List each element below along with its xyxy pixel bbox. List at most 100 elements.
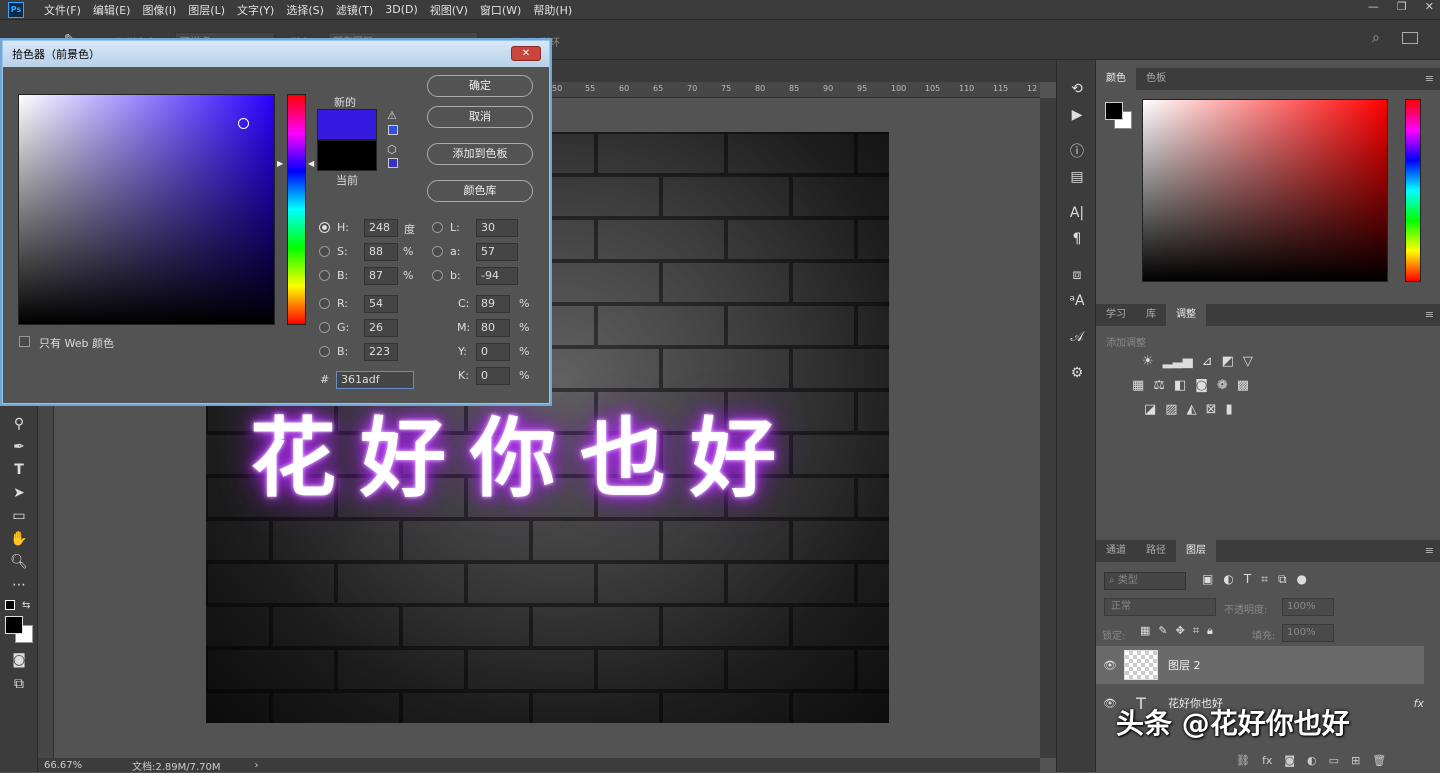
status-arrow-icon[interactable]: › <box>255 760 259 771</box>
default-colors-icon[interactable] <box>5 600 15 610</box>
l-field[interactable]: 30 <box>476 219 518 237</box>
menu-window[interactable]: 窗口(W) <box>474 2 527 18</box>
gamut-color-swatch[interactable] <box>388 125 398 135</box>
zoom-tool-icon[interactable]: 🔍︎ <box>0 550 38 573</box>
delete-layer-icon[interactable]: 🗑︎ <box>1372 754 1386 767</box>
filter-pixel-icon[interactable]: ▣ <box>1202 572 1213 587</box>
menu-help[interactable]: 帮助(H) <box>527 2 578 18</box>
opacity-field[interactable]: 100% <box>1282 598 1334 616</box>
menu-filter[interactable]: 滤镜(T) <box>330 2 379 18</box>
a-radio[interactable] <box>432 246 443 257</box>
brightness-icon[interactable]: ☀ <box>1142 354 1154 369</box>
current-color-swatch[interactable] <box>317 140 377 171</box>
c-field[interactable]: 89 <box>476 295 510 313</box>
web-safe-cube-icon[interactable]: ⬡ <box>387 143 397 156</box>
restore-icon[interactable]: ❐ <box>1397 0 1407 13</box>
menu-3d[interactable]: 3D(D) <box>379 3 424 16</box>
exposure-icon[interactable]: ◩ <box>1222 354 1234 369</box>
selective-color-icon[interactable]: ⊠ <box>1206 402 1217 417</box>
close-icon[interactable]: ✕ <box>511 46 541 61</box>
new-adjustment-icon[interactable]: ◐ <box>1307 754 1317 767</box>
layer-row[interactable]: 👁︎ 图层 2 <box>1096 646 1424 684</box>
blend-mode-select[interactable]: 正常 <box>1104 598 1216 616</box>
blue-radio[interactable] <box>319 346 330 357</box>
dialog-titlebar[interactable]: 拾色器（前景色） ✕ <box>3 41 549 67</box>
filter-smart-icon[interactable]: ⧉ <box>1278 572 1287 587</box>
a-field[interactable]: 57 <box>476 243 518 261</box>
panel-foreground-swatch[interactable] <box>1105 102 1123 120</box>
lab-b-radio[interactable] <box>432 270 443 281</box>
foreground-color-swatch[interactable] <box>5 616 23 634</box>
posterize-icon[interactable]: ▨ <box>1165 402 1177 417</box>
menu-select[interactable]: 选择(S) <box>280 2 330 18</box>
path-select-tool-icon[interactable]: ➤ <box>0 481 38 504</box>
vibrance-icon[interactable]: ▽ <box>1243 354 1253 369</box>
color-balance-icon[interactable]: ⚖ <box>1153 378 1165 393</box>
blue-field[interactable]: 223 <box>364 343 398 361</box>
menu-edit[interactable]: 编辑(E) <box>87 2 137 18</box>
character-styles-icon[interactable]: ᵃA <box>1057 288 1097 314</box>
vertical-scrollbar[interactable] <box>1040 98 1056 758</box>
lock-position-icon[interactable]: ✥ <box>1176 624 1185 638</box>
cancel-button[interactable]: 取消 <box>427 106 533 128</box>
g-radio[interactable] <box>319 322 330 333</box>
r-radio[interactable] <box>319 298 330 309</box>
actions-icon[interactable]: ▶ <box>1057 102 1097 128</box>
new-layer-icon[interactable]: ⊞ <box>1351 754 1360 767</box>
screen-mode-icon[interactable]: ⧉ <box>0 672 38 695</box>
m-field[interactable]: 80 <box>476 319 510 337</box>
k-field[interactable]: 0 <box>476 367 510 385</box>
b-field[interactable]: 87 <box>364 267 398 285</box>
web-safe-color-swatch[interactable] <box>388 158 398 168</box>
menu-type[interactable]: 文字(Y) <box>231 2 280 18</box>
y-field[interactable]: 0 <box>476 343 510 361</box>
close-icon[interactable]: ✕ <box>1425 0 1434 13</box>
color-lookup-icon[interactable]: ▩ <box>1237 378 1249 393</box>
filter-shape-icon[interactable]: ⌗ <box>1261 572 1268 587</box>
saturation-brightness-field[interactable] <box>18 94 275 325</box>
menu-view[interactable]: 视图(V) <box>424 2 474 18</box>
info-icon[interactable]: ⓘ <box>1057 138 1097 164</box>
swap-colors-icon[interactable]: ⇆ <box>22 600 30 611</box>
layer-filter-select[interactable]: ⌕ 类型 <box>1104 572 1186 590</box>
search-icon[interactable]: ⌕ <box>1372 30 1380 46</box>
lock-paint-icon[interactable]: ✎ <box>1158 624 1167 638</box>
hue-slider[interactable] <box>287 94 306 325</box>
quick-mask-icon[interactable]: ◙ <box>0 648 38 671</box>
more-tools-icon[interactable]: ⋯ <box>0 573 38 596</box>
properties-icon[interactable]: ▤ <box>1057 164 1097 190</box>
tab-paths[interactable]: 路径 <box>1136 540 1176 562</box>
add-to-swatches-button[interactable]: 添加到色板 <box>427 143 533 165</box>
brush-settings-icon[interactable]: ⚙ <box>1057 360 1097 386</box>
channel-mixer-icon[interactable]: ❁ <box>1217 378 1228 393</box>
new-group-icon[interactable]: ▭ <box>1329 754 1339 767</box>
r-field[interactable]: 54 <box>364 295 398 313</box>
zoom-level[interactable]: 66.67% <box>44 760 124 771</box>
g-field[interactable]: 26 <box>364 319 398 337</box>
color-hue-slider[interactable] <box>1405 99 1421 282</box>
filter-adjustment-icon[interactable]: ◐ <box>1223 572 1233 587</box>
panel-menu-icon[interactable]: ≡ <box>1425 544 1434 557</box>
gradient-map-icon[interactable]: ▮ <box>1226 402 1233 417</box>
curves-icon[interactable]: ⊿ <box>1202 354 1213 369</box>
history-icon[interactable]: ⟲ <box>1057 76 1097 102</box>
rectangle-tool-icon[interactable]: ▭ <box>0 504 38 527</box>
type-tool-icon[interactable]: T <box>0 458 38 481</box>
layer-name[interactable]: 图层 2 <box>1168 657 1201 673</box>
invert-icon[interactable]: ◪ <box>1144 402 1156 417</box>
tab-learn[interactable]: 学习 <box>1096 304 1136 326</box>
glyphs-icon[interactable]: 𝒜 <box>1057 324 1097 350</box>
add-style-icon[interactable]: fx <box>1262 754 1272 767</box>
filter-toggle-icon[interactable]: ● <box>1297 572 1307 587</box>
filter-type-icon[interactable]: T <box>1244 572 1251 587</box>
add-mask-icon[interactable]: ◙ <box>1284 754 1295 767</box>
ok-button[interactable]: 确定 <box>427 75 533 97</box>
h-field[interactable]: 248 <box>364 219 398 237</box>
photo-filter-icon[interactable]: ◙ <box>1195 378 1208 393</box>
b-radio[interactable] <box>319 270 330 281</box>
s-field[interactable]: 88 <box>364 243 398 261</box>
l-radio[interactable] <box>432 222 443 233</box>
picker-cursor[interactable] <box>238 118 249 129</box>
s-radio[interactable] <box>319 246 330 257</box>
black-white-icon[interactable]: ◧ <box>1174 378 1186 393</box>
